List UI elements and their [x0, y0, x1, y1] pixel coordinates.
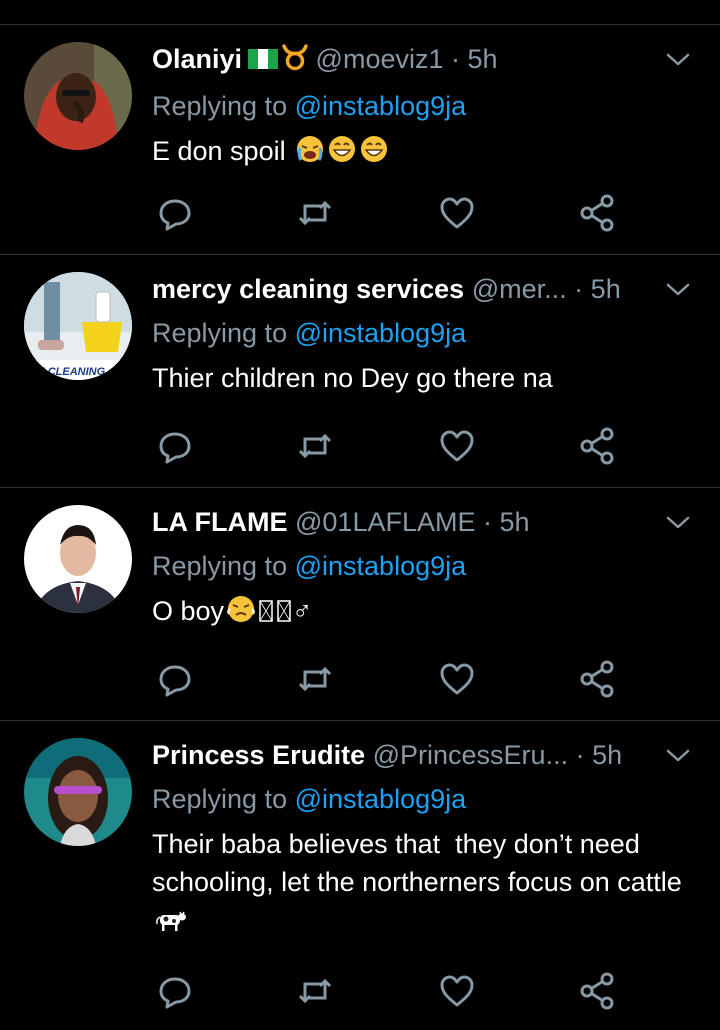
replying-to: Replying to @instablog9ja [152, 88, 700, 124]
separator: · [483, 507, 492, 537]
reply-icon[interactable] [155, 193, 195, 233]
tweet-feed: Olaniyi @moeviz1 · 5h Replying to @insta… [0, 0, 720, 1030]
display-name[interactable]: mercy cleaning services [152, 274, 464, 304]
chevron-down-icon[interactable] [664, 279, 692, 299]
display-name[interactable]: Princess Erudite [152, 740, 365, 770]
nigeria-flag-icon [248, 44, 279, 80]
reply-icon[interactable] [155, 971, 195, 1011]
avatar[interactable]: SE CLEANING [24, 272, 132, 380]
like-icon[interactable] [437, 426, 477, 466]
reply-handle-link[interactable]: @instablog9ja [295, 318, 467, 348]
tweet-olaniyi[interactable]: Olaniyi @moeviz1 · 5h Replying to @insta… [0, 25, 720, 255]
tweet-la-flame[interactable]: LA FLAME @01LAFLAME · 5h Replying to @in… [0, 488, 720, 721]
reply-handle-link[interactable]: @instablog9ja [295, 784, 467, 814]
user-handle[interactable]: @PrincessEru... [373, 740, 568, 770]
replying-to: Replying to @instablog9ja [152, 548, 700, 584]
grinning-face-icon [327, 134, 357, 174]
tweet-actions [152, 193, 622, 233]
tweet-text-content: Their baba believes that they don’t need… [152, 829, 682, 897]
cow-icon [154, 905, 188, 943]
tweet-text: Their baba believes that they don’t need… [152, 825, 692, 943]
avatar[interactable] [24, 505, 132, 613]
separator: · [451, 44, 461, 74]
tweet-text: E don spoil [152, 132, 692, 174]
tweet-actions [152, 426, 622, 466]
share-icon[interactable] [577, 659, 617, 699]
reply-icon[interactable] [155, 659, 195, 699]
tweet-text: Thier children no Dey go there na [152, 363, 553, 393]
missing-glyph-icon [276, 596, 292, 634]
triumph-face-icon [226, 594, 256, 634]
replying-to-label: Replying to [152, 551, 288, 581]
tweet-text-content: E don spoil [152, 136, 286, 166]
user-handle[interactable]: @mer... [472, 274, 567, 304]
user-handle[interactable]: @01LAFLAME [295, 507, 475, 537]
retweet-icon[interactable] [295, 426, 335, 466]
tweet-text-content: O boy [152, 596, 225, 626]
share-icon[interactable] [577, 193, 617, 233]
chevron-down-icon[interactable] [664, 512, 692, 532]
male-sign: ♂ [292, 596, 313, 626]
replying-to-label: Replying to [152, 318, 288, 348]
tweet-actions [152, 971, 622, 1011]
crying-face-icon [295, 134, 325, 174]
retweet-icon[interactable] [295, 193, 335, 233]
retweet-icon[interactable] [295, 971, 335, 1011]
chevron-down-icon[interactable] [664, 49, 692, 69]
tweet-mercy-cleaning[interactable]: SE CLEANING mercy cleaning services @mer… [0, 255, 720, 488]
avatar[interactable] [24, 738, 132, 846]
user-handle[interactable]: @moeviz1 [316, 44, 444, 74]
avatar-text: SE CLEANING [30, 366, 106, 378]
share-icon[interactable] [577, 971, 617, 1011]
timestamp[interactable]: 5h [592, 740, 622, 770]
tweet-princess-erudite[interactable]: Princess Erudite @PrincessEru... · 5h Re… [0, 721, 720, 1030]
display-name[interactable]: LA FLAME [152, 507, 287, 537]
timestamp[interactable]: 5h [591, 274, 621, 304]
separator: · [575, 740, 585, 770]
avatar[interactable] [24, 42, 132, 150]
timestamp[interactable]: 5h [468, 44, 498, 74]
like-icon[interactable] [437, 971, 477, 1011]
share-icon[interactable] [577, 426, 617, 466]
tweet-actions [152, 659, 622, 699]
like-icon[interactable] [437, 193, 477, 233]
reply-handle-link[interactable]: @instablog9ja [295, 91, 467, 121]
tweet-text: O boy ♂ [152, 592, 692, 634]
taurus-icon [282, 43, 308, 80]
timestamp[interactable]: 5h [500, 507, 530, 537]
missing-glyph-icon [258, 596, 274, 634]
like-icon[interactable] [437, 659, 477, 699]
chevron-down-icon[interactable] [664, 745, 692, 765]
display-name[interactable]: Olaniyi [152, 44, 242, 74]
replying-to-label: Replying to [152, 784, 288, 814]
replying-to: Replying to @instablog9ja [152, 315, 700, 351]
reply-handle-link[interactable]: @instablog9ja [295, 551, 467, 581]
separator: · [574, 274, 584, 304]
grinning-face-icon [359, 134, 389, 174]
replying-to: Replying to @instablog9ja [152, 781, 700, 817]
replying-to-label: Replying to [152, 91, 288, 121]
retweet-icon[interactable] [295, 659, 335, 699]
reply-icon[interactable] [155, 426, 195, 466]
